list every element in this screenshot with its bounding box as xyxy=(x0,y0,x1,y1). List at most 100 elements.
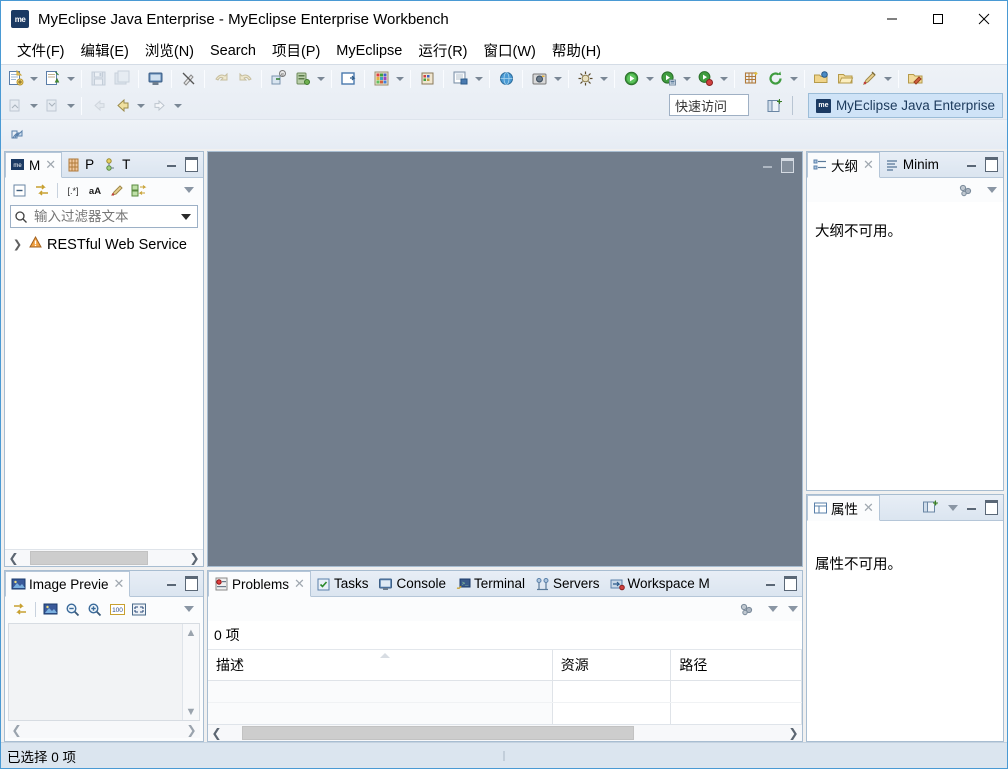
scroll-right-icon[interactable]: ❯ xyxy=(785,726,802,741)
deploy-icon[interactable]: e xyxy=(266,67,290,90)
settings-icon[interactable] xyxy=(736,599,758,619)
close-icon[interactable]: ✕ xyxy=(863,157,874,173)
prev-annotation-dropdown-icon[interactable] xyxy=(27,94,40,117)
minimize-editor-button[interactable] xyxy=(763,163,772,168)
column-header-path[interactable]: 路径 xyxy=(670,650,802,681)
perspective-icon[interactable] xyxy=(7,123,31,146)
tab-properties[interactable]: 属性 ✕ xyxy=(807,495,880,521)
minimize-view-button[interactable] xyxy=(764,577,777,590)
maximize-view-button[interactable] xyxy=(985,501,998,514)
close-icon[interactable]: ✕ xyxy=(45,157,56,173)
scroll-left-icon[interactable]: ❮ xyxy=(208,726,225,741)
view-menu-icon[interactable] xyxy=(948,504,958,511)
sort-icon[interactable] xyxy=(128,180,150,200)
close-icon[interactable]: ✕ xyxy=(294,576,305,592)
open-folder-icon[interactable] xyxy=(809,67,833,90)
camera-dropdown-icon[interactable] xyxy=(551,67,564,90)
menu-search[interactable]: Search xyxy=(202,41,264,61)
maximize-button[interactable] xyxy=(915,1,961,37)
scroll-down-icon[interactable]: ▼ xyxy=(184,703,199,720)
view-menu-icon[interactable] xyxy=(768,606,778,612)
scroll-up-icon[interactable]: ▲ xyxy=(184,624,199,641)
open-type-icon[interactable] xyxy=(336,67,360,90)
view-menu-icon[interactable] xyxy=(179,180,199,200)
new-project-dropdown-icon[interactable] xyxy=(64,67,77,90)
link-editor-icon[interactable] xyxy=(9,599,31,619)
server-icon[interactable] xyxy=(290,67,314,90)
server-dropdown-icon[interactable] xyxy=(314,67,327,90)
run-dropdown-icon[interactable] xyxy=(643,67,656,90)
image-preview-hscrollbar[interactable]: ❮ ❯ xyxy=(8,721,200,738)
scroll-right-icon[interactable]: ❯ xyxy=(183,722,200,737)
view-menu-icon[interactable] xyxy=(987,187,997,193)
print-icon[interactable] xyxy=(143,67,167,90)
close-icon[interactable]: ✕ xyxy=(114,576,125,592)
column-header-resource[interactable]: 资源 xyxy=(552,650,672,681)
run-server-dropdown-icon[interactable] xyxy=(717,67,730,90)
case-sensitive-icon[interactable]: aA xyxy=(84,180,106,200)
chevron-down-icon[interactable] xyxy=(181,213,191,220)
grid-icon[interactable] xyxy=(369,67,393,90)
close-icon[interactable]: ✕ xyxy=(863,500,874,516)
tab-type-hierarchy[interactable]: T xyxy=(99,152,135,177)
zoom-in-icon[interactable] xyxy=(84,599,106,619)
folder-edit-icon[interactable] xyxy=(903,67,927,90)
next-annotation-dropdown-icon[interactable] xyxy=(64,94,77,117)
menu-project[interactable]: 项目(P) xyxy=(264,38,328,63)
marker-icon[interactable] xyxy=(176,67,200,90)
scroll-left-icon[interactable]: ❮ xyxy=(8,722,25,737)
tab-image-preview[interactable]: Image Previe ✕ xyxy=(5,571,131,597)
scroll-thumb[interactable] xyxy=(241,726,634,740)
scroll-thumb[interactable] xyxy=(30,551,149,565)
refresh-dropdown-icon[interactable] xyxy=(787,67,800,90)
maximize-view-button[interactable] xyxy=(185,577,198,590)
paint-dropdown-icon[interactable] xyxy=(881,67,894,90)
open-perspective-button[interactable] xyxy=(763,95,785,116)
image-preview-canvas[interactable] xyxy=(9,624,182,720)
back-dropdown-icon[interactable] xyxy=(134,94,147,117)
scroll-track[interactable] xyxy=(22,551,186,565)
search-input[interactable] xyxy=(32,208,177,225)
chevron-right-icon[interactable]: ❯ xyxy=(11,238,24,251)
globe-icon[interactable] xyxy=(494,67,518,90)
tab-tasks[interactable]: Tasks xyxy=(311,571,374,596)
tab-console[interactable]: Console xyxy=(373,571,451,596)
perspective-myeclipse-java-enterprise[interactable]: me MyEclipse Java Enterprise xyxy=(807,93,1003,118)
grid-dropdown-icon[interactable] xyxy=(393,67,406,90)
run-icon[interactable] xyxy=(619,67,643,90)
new-file-icon[interactable] xyxy=(3,67,27,90)
scroll-left-icon[interactable]: ❮ xyxy=(5,551,22,566)
refresh-icon[interactable] xyxy=(763,67,787,90)
regex-icon[interactable]: [.*] xyxy=(62,180,84,200)
scroll-track[interactable] xyxy=(225,726,785,740)
pin-icon[interactable] xyxy=(919,498,941,518)
minimize-button[interactable] xyxy=(869,1,915,37)
fit-window-icon[interactable] xyxy=(128,599,150,619)
minimize-view-button[interactable] xyxy=(965,501,978,514)
menu-navigate[interactable]: 浏览(N) xyxy=(137,38,202,63)
collapse-all-icon[interactable] xyxy=(9,180,31,200)
maximize-view-button[interactable] xyxy=(985,158,998,171)
tab-servers[interactable]: Servers xyxy=(530,571,605,596)
maximize-view-button[interactable] xyxy=(185,158,198,171)
zoom-out-icon[interactable] xyxy=(62,599,84,619)
browser-icon[interactable] xyxy=(448,67,472,90)
menu-help[interactable]: 帮助(H) xyxy=(544,38,609,63)
minimize-view-button[interactable] xyxy=(165,158,178,171)
menu-edit[interactable]: 编辑(E) xyxy=(73,38,137,63)
image-icon[interactable] xyxy=(40,599,62,619)
run-external-icon[interactable] xyxy=(656,67,680,90)
view-menu-icon[interactable] xyxy=(179,599,199,619)
close-button[interactable] xyxy=(961,1,1007,37)
back-arrow-icon[interactable] xyxy=(110,94,134,117)
explorer-hscrollbar[interactable]: ❮ ❯ xyxy=(5,549,203,566)
tree-item-restful-web-service[interactable]: ❯ RESTful Web Service xyxy=(5,234,203,255)
minimize-view-button[interactable] xyxy=(165,577,178,590)
menu-myeclipse[interactable]: MyEclipse xyxy=(328,41,410,61)
minimize-view-button[interactable] xyxy=(965,158,978,171)
menu-window[interactable]: 窗口(W) xyxy=(476,38,544,63)
tab-package-explorer[interactable]: P xyxy=(62,152,99,177)
column-header-description[interactable]: 描述 xyxy=(208,650,553,681)
tab-outline[interactable]: 大纲 ✕ xyxy=(807,152,880,178)
run-external-dropdown-icon[interactable] xyxy=(680,67,693,90)
